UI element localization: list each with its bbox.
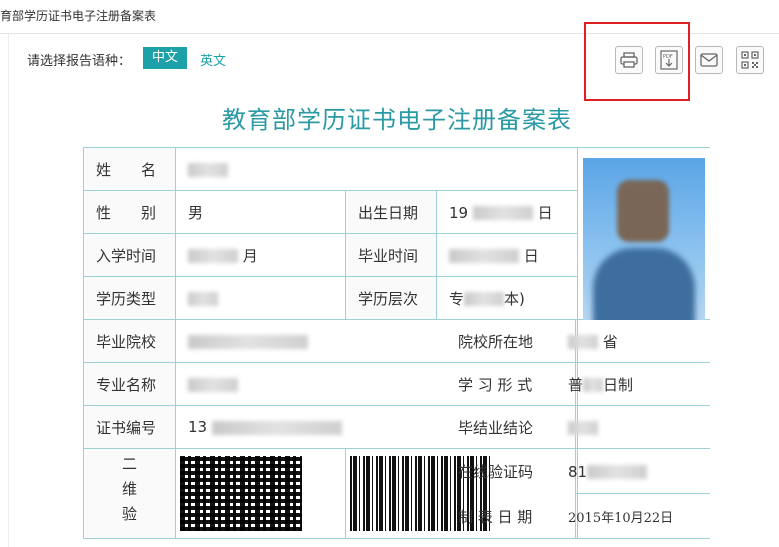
record-table: 姓 名 性 别 男 出生日期 19 日 入学时间 月 毕业时间 日 学历类型 学… [83, 147, 710, 539]
table-row: 姓 名 [83, 147, 710, 320]
field-label-conclusion: 毕结业结论 [458, 418, 534, 437]
language-option-chinese[interactable]: 中文 [143, 47, 187, 69]
field-label-verify-code: 在线验证码 [458, 462, 534, 481]
field-value-conclusion: 毕结业结论 [458, 405, 710, 449]
study-form-suffix: 日制 [603, 375, 634, 394]
field-value-make-date: 制 表 日 期 2015年10月22日 [458, 493, 710, 539]
qrcode-button[interactable] [736, 46, 764, 74]
redacted-value [568, 421, 598, 435]
field-value-school-location: 院校所在地 省 [458, 319, 710, 363]
redacted-value [587, 465, 648, 479]
photo-shoulders [593, 248, 695, 320]
page-tab-title: 育部学历证书电子注册备案表 [0, 9, 157, 23]
student-photo [583, 158, 705, 320]
birth-suffix: 日 [537, 203, 553, 222]
field-label-graduate-time: 毕业时间 [345, 233, 437, 277]
location-suffix: 省 [602, 332, 618, 351]
table-row: 二维验 在线验证码 81 [83, 448, 710, 539]
field-value-birth-date: 19 日 [436, 190, 578, 234]
redacted-value [188, 249, 238, 263]
redacted-value [188, 162, 228, 177]
study-form-partial: 普 [568, 375, 584, 394]
redacted-value [211, 420, 342, 435]
enroll-suffix: 月 [242, 246, 258, 265]
verification-qrcode [180, 456, 302, 531]
field-label-edu-type: 学历类型 [83, 276, 176, 320]
field-value-enroll-time: 月 [175, 233, 346, 277]
field-value-name [175, 147, 578, 191]
gender-partial: 男 [188, 203, 204, 222]
redacted-value [568, 335, 598, 349]
annotation-highlight-box [584, 22, 690, 101]
qrcode-cell [175, 448, 346, 539]
edu-level-partial: 专 [449, 289, 465, 308]
qrcode-icon [741, 51, 759, 69]
redacted-value [464, 292, 505, 306]
field-value-gender: 男 [175, 190, 346, 234]
field-label-gender: 性 别 [83, 190, 176, 234]
cert-prefix: 13 [188, 418, 208, 436]
email-button[interactable] [695, 46, 723, 74]
field-value-edu-type [175, 276, 346, 320]
photo-cell [577, 147, 710, 320]
field-label-school: 毕业院校 [83, 319, 176, 363]
table-row: 证书编号 13 毕结业结论 [83, 405, 710, 449]
table-row: 专业名称 学 习 形 式 普日制 [83, 362, 710, 406]
photo-face [617, 180, 669, 242]
make-date-value: 2015年10月22日 [568, 510, 674, 526]
registration-record: 姓 名 性 别 男 出生日期 19 日 入学时间 月 毕业时间 日 学历类型 学… [83, 147, 710, 547]
redacted-value [188, 377, 238, 392]
field-label-qrcode: 二维验 [83, 448, 176, 539]
language-option-english[interactable]: 英文 [200, 50, 226, 69]
redacted-value [188, 291, 218, 306]
field-label-study-form: 学 习 形 式 [458, 375, 533, 394]
language-label: 请选择报告语种： [27, 54, 132, 69]
field-label-cert-no: 证书编号 [83, 405, 176, 449]
redacted-value [449, 249, 519, 263]
redacted-value [188, 334, 308, 349]
table-row: 毕业院校 院校所在地 省 [83, 319, 710, 363]
graduate-suffix: 日 [523, 246, 539, 265]
field-value-graduate-time: 日 [436, 233, 578, 277]
redacted-value [583, 378, 604, 392]
field-label-edu-level: 学历层次 [345, 276, 437, 320]
field-label-enroll-time: 入学时间 [83, 233, 176, 277]
edu-level-suffix: 本) [504, 289, 525, 308]
document-title: 教育部学历证书电子注册备案表 [222, 106, 572, 134]
field-value-edu-level: 专 本) [436, 276, 578, 320]
field-label-name: 姓 名 [83, 147, 176, 191]
mail-icon [700, 53, 718, 67]
field-label-birth-date: 出生日期 [345, 190, 437, 234]
field-label-major: 专业名称 [83, 362, 176, 406]
redacted-value [472, 206, 533, 220]
field-value-study-form: 学 习 形 式 普日制 [458, 362, 710, 406]
field-label-school-location: 院校所在地 [458, 332, 534, 351]
verify-prefix: 81 [568, 462, 588, 481]
field-label-make-date: 制 表 日 期 [458, 507, 533, 526]
birth-partial: 19 [449, 203, 469, 222]
field-value-verify-code: 在线验证码 81 [458, 448, 710, 494]
